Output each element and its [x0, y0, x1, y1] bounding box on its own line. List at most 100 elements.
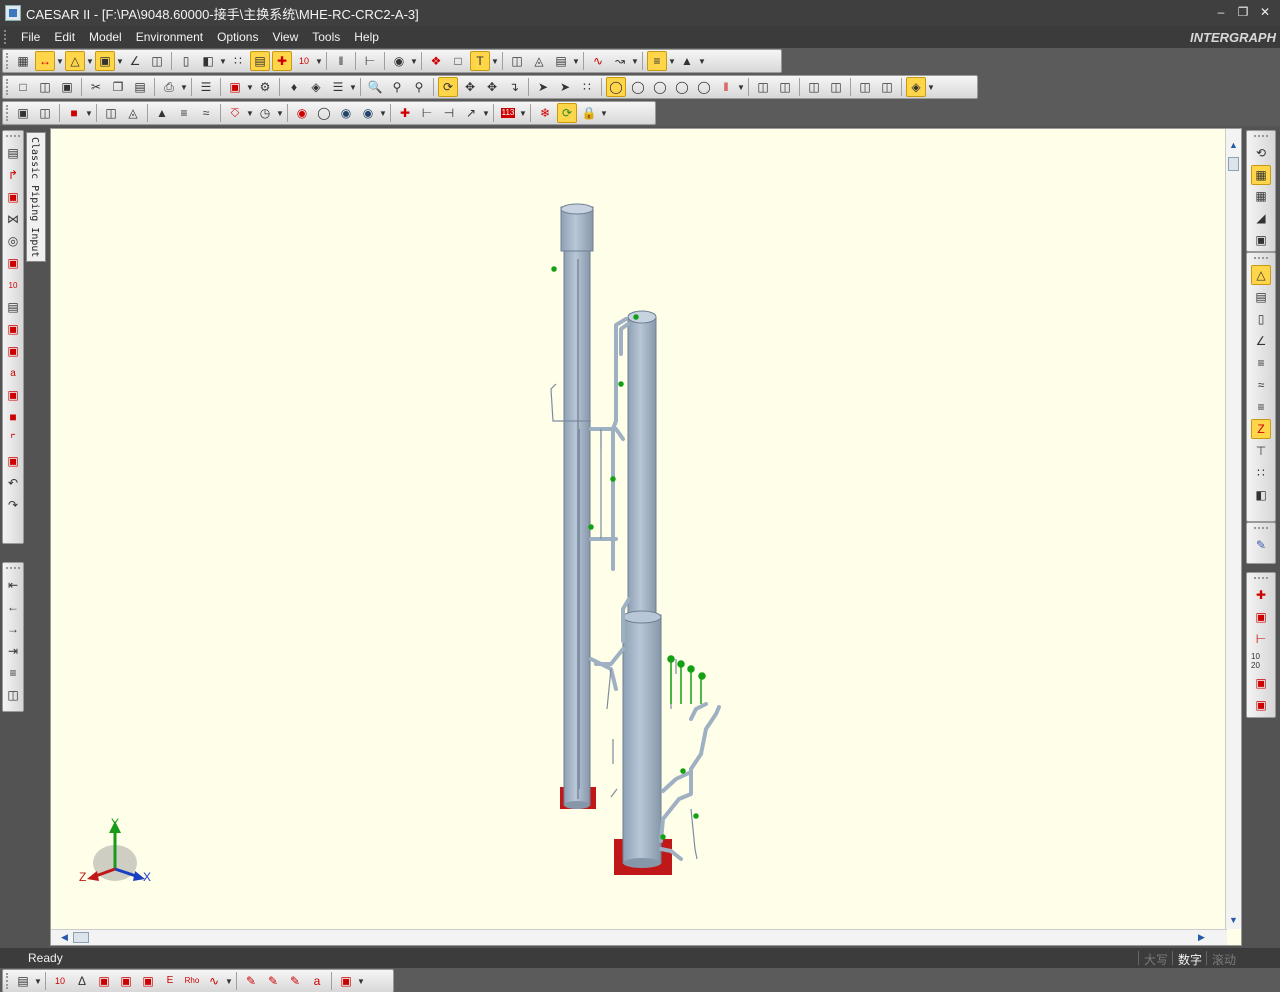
toolbar-grip[interactable]	[1254, 257, 1268, 260]
report-icon[interactable]: ▤	[551, 51, 571, 71]
view-front-icon[interactable]: ◫	[753, 77, 773, 97]
footprint-icon[interactable]: ∷	[577, 77, 597, 97]
cross-section-icon[interactable]: ☰	[328, 77, 348, 97]
open-file-icon[interactable]: ◫	[35, 77, 55, 97]
structure-icon[interactable]: ▲	[677, 51, 697, 71]
expansion-joint-icon[interactable]: ◬	[123, 103, 143, 123]
classic-piping-input-tab[interactable]: Classic Piping Input	[26, 132, 46, 262]
fitting-icon[interactable]: ◉	[292, 103, 312, 123]
next-element-icon[interactable]: →	[3, 619, 23, 639]
restore-button[interactable]: ❐	[1234, 4, 1252, 20]
toolbar-grip[interactable]	[6, 973, 9, 989]
annotation-icon[interactable]: a	[307, 971, 327, 991]
wind-icon[interactable]: ≈	[196, 103, 216, 123]
plane-select-icon[interactable]: △	[1251, 265, 1271, 285]
dropdown-arrow-icon[interactable]: ▼	[668, 51, 676, 71]
number-20-icon[interactable]: 10 20	[1251, 651, 1271, 671]
list-icon[interactable]: ☰	[196, 77, 216, 97]
cycle-icon[interactable]: ⟲	[1251, 143, 1271, 163]
dropdown-arrow-icon[interactable]: ▼	[276, 103, 284, 123]
restraint-node[interactable]	[660, 834, 666, 840]
offset-icon[interactable]: ▣	[3, 253, 23, 273]
restraint-icon[interactable]: ✚	[395, 103, 415, 123]
dropdown-arrow-icon[interactable]: ▼	[315, 51, 323, 71]
pipe-run-8[interactable]	[661, 770, 693, 793]
stress-icon[interactable]: ✚	[272, 51, 292, 71]
dropdown-arrow-icon[interactable]: ▼	[85, 103, 93, 123]
insulation-dens-icon[interactable]: ▣	[94, 971, 114, 991]
density-icon[interactable]: Rho	[182, 971, 202, 991]
dropdown-arrow-icon[interactable]: ▼	[519, 103, 527, 123]
dropdown-arrow-icon[interactable]: ▼	[572, 51, 580, 71]
plot-icon[interactable]: ▣	[336, 971, 356, 991]
toolbar-grip[interactable]	[1254, 135, 1268, 138]
menu-edit[interactable]: Edit	[47, 26, 82, 48]
property-icon[interactable]: ▤	[1251, 287, 1271, 307]
dropdown-arrow-icon[interactable]: ▼	[116, 51, 124, 71]
dropdown-arrow-icon[interactable]: ▼	[600, 103, 608, 123]
load-case-icon[interactable]: ▣	[95, 51, 115, 71]
flange-check-icon[interactable]: ▣	[3, 451, 23, 471]
restraint-node[interactable]	[610, 476, 616, 482]
dropdown-arrow-icon[interactable]: ▼	[34, 971, 42, 991]
dropdown-arrow-icon[interactable]: ▼	[225, 971, 233, 991]
tee-branch-icon[interactable]: ■	[3, 407, 23, 427]
cut-icon[interactable]: ✂	[86, 77, 106, 97]
restraint-node[interactable]	[698, 672, 706, 680]
stress-z-icon[interactable]: Z	[1251, 419, 1271, 439]
wind-profile-icon[interactable]: ≈	[1251, 375, 1271, 395]
reducer-icon[interactable]: ■	[64, 103, 84, 123]
dropdown-arrow-icon[interactable]: ▼	[631, 51, 639, 71]
dropdown-arrow-icon[interactable]: ▼	[927, 77, 935, 97]
calendar-icon[interactable]: 10	[50, 971, 70, 991]
view-left-icon[interactable]: ◫	[855, 77, 875, 97]
force-type-icon[interactable]: ▣	[1251, 695, 1271, 715]
temperature-icon[interactable]: ⎏	[225, 103, 245, 123]
beam-icon[interactable]: ≡	[647, 51, 667, 71]
pipe-segment-icon[interactable]: ▤	[250, 51, 270, 71]
batch-run-icon[interactable]: ⚙	[255, 77, 275, 97]
support-icon[interactable]: ⊢	[360, 51, 380, 71]
dropdown-arrow-icon[interactable]: ▼	[737, 77, 745, 97]
bend-icon[interactable]: ↱	[3, 165, 23, 185]
scroll-right-button[interactable]: ▶	[1194, 930, 1209, 945]
sheet-icon[interactable]: ▤	[13, 971, 33, 991]
render-wireframe-icon[interactable]: ◯	[694, 77, 714, 97]
valve-icon[interactable]: ◫	[147, 51, 167, 71]
nozzle-flex-icon[interactable]: ◧	[1251, 485, 1271, 505]
menu-help[interactable]: Help	[347, 26, 386, 48]
restraint-node[interactable]	[588, 524, 594, 530]
menu-environment[interactable]: Environment	[129, 26, 210, 48]
menu-grip[interactable]	[4, 30, 8, 44]
horizontal-scrollbar[interactable]: ◀ ▶	[51, 929, 1227, 945]
render-shaded-icon[interactable]: ◯	[672, 77, 692, 97]
restraint-node[interactable]	[667, 655, 675, 663]
zoom-extents-icon[interactable]: ⚲	[409, 77, 429, 97]
zoom-window-icon[interactable]: 🔍	[365, 77, 385, 97]
toolbar-grip[interactable]	[1254, 577, 1268, 580]
seismic-icon[interactable]: ≡	[1251, 397, 1271, 417]
dropdown-arrow-icon[interactable]: ▼	[379, 103, 387, 123]
restraint-node[interactable]	[687, 665, 695, 673]
pressure-gauge-icon[interactable]: ◷	[255, 103, 275, 123]
edit-pen-icon[interactable]: ✎	[241, 971, 261, 991]
show-restraints-icon[interactable]: ❖	[426, 51, 446, 71]
insert-element-icon[interactable]: ≡	[3, 663, 23, 683]
vertical-align-icon[interactable]: ‖	[331, 51, 351, 71]
plane-icon[interactable]: ◢	[1251, 208, 1271, 228]
displacement-type-icon[interactable]: ▣	[1251, 673, 1271, 693]
view-top-icon[interactable]: ◫	[804, 77, 824, 97]
material-icon[interactable]: ▯	[1251, 309, 1271, 329]
guide-type-icon[interactable]: ⊢	[1251, 629, 1271, 649]
app-icon[interactable]	[5, 5, 21, 21]
node-number-icon[interactable]: 113	[498, 103, 518, 123]
guide-icon[interactable]: ⊢	[417, 103, 437, 123]
undo-icon[interactable]: ↶	[3, 473, 23, 493]
uniform-load-icon[interactable]: ▣	[3, 341, 23, 361]
paint-icon[interactable]: ♦	[284, 77, 304, 97]
edit-pen-2-icon[interactable]: ✎	[263, 971, 283, 991]
menu-file[interactable]: File	[14, 26, 47, 48]
select-group-icon[interactable]: ➤	[555, 77, 575, 97]
toolbar-grip[interactable]	[6, 53, 9, 69]
restraint-node[interactable]	[551, 266, 557, 272]
